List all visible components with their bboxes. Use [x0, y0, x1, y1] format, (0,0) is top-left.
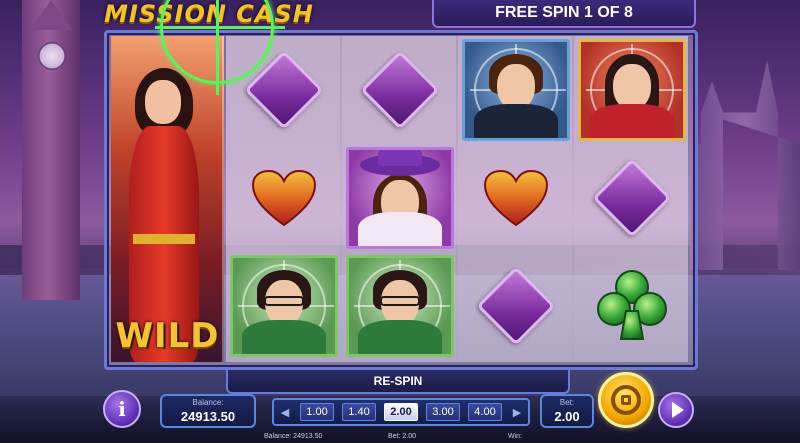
torso: [357, 320, 442, 354]
agent-belt: [133, 234, 195, 244]
tower-bridge: [690, 60, 800, 270]
bet-label: Bet:: [559, 398, 575, 407]
balance-label: Balance:: [192, 398, 224, 407]
tower-spire: [30, 0, 72, 30]
glasses-icon: [263, 296, 304, 306]
footer-bet: Bet: 2.00: [388, 433, 417, 440]
free-spin-banner: FREE SPIN 1 OF 8: [432, 0, 696, 28]
reel-separator: [572, 36, 574, 362]
spin-icon: [611, 385, 641, 415]
symbol-diamond: [460, 254, 571, 358]
torso: [357, 212, 442, 246]
heart-icon: [251, 169, 317, 227]
play-icon: [672, 402, 684, 418]
symbol-heart: [460, 146, 571, 250]
diamond-icon: [475, 266, 556, 346]
diamond-icon: [591, 158, 672, 238]
info-icon: i: [118, 397, 126, 421]
wild-reel: WILD: [111, 36, 224, 362]
symbol-hat-lady: [344, 146, 455, 250]
bet-panel: Bet: 2.00: [540, 394, 594, 428]
info-button[interactable]: i: [103, 390, 141, 428]
heart-icon: [483, 169, 549, 227]
bet-option[interactable]: 4.00: [468, 403, 502, 421]
agent-face: [145, 80, 181, 124]
reel-separator: [340, 36, 342, 362]
respin-label: RE-SPIN: [373, 374, 423, 388]
wild-label: WILD: [111, 306, 222, 362]
symbol-red-lady: [576, 38, 687, 142]
free-spin-label: FREE SPIN 1 OF 8: [495, 4, 633, 21]
hat-crown: [377, 150, 422, 166]
bet-option-selected[interactable]: 2.00: [384, 403, 418, 421]
symbol-nerd-agent: [228, 254, 339, 358]
nerd-agent-portrait: [229, 255, 338, 357]
torso: [589, 104, 674, 138]
symbol-heart: [228, 146, 339, 250]
bet-option[interactable]: 1.00: [300, 403, 334, 421]
torso: [473, 104, 558, 138]
symbol-nerd-agent: [344, 254, 455, 358]
symbol-spy-man: [460, 38, 571, 142]
footer-win: Win:: [508, 433, 522, 440]
footer-bar: Balance: 24913.50 Bet: 2.00 Win:: [0, 433, 800, 443]
minus-icon[interactable]: ◀: [278, 403, 292, 421]
hat-lady-portrait: [345, 147, 454, 249]
club-icon: [593, 265, 671, 348]
clock-face-icon: [38, 42, 66, 70]
reel-separator: [456, 36, 458, 362]
wild-text: WILD: [115, 316, 220, 356]
spy-man-portrait: [461, 39, 570, 141]
footer-balance: Balance: 24913.50: [264, 433, 323, 440]
respin-banner: RE-SPIN: [226, 370, 570, 394]
red-lady-portrait: [577, 39, 686, 141]
nerd-agent-portrait: [345, 255, 454, 357]
balance-panel: Balance: 24913.50: [160, 394, 256, 428]
symbol-diamond: [344, 38, 455, 142]
bet-option[interactable]: 3.00: [426, 403, 460, 421]
bet-selector: ◀ 1.00 1.40 2.00 3.00 4.00 ▶: [272, 398, 530, 426]
diamond-icon: [359, 50, 440, 130]
bet-option[interactable]: 1.40: [342, 403, 376, 421]
balance-value: 24913.50: [180, 409, 236, 424]
symbol-club: [576, 254, 687, 358]
spin-button[interactable]: [598, 372, 654, 428]
bet-value: 2.00: [554, 409, 580, 424]
plus-icon[interactable]: ▶: [510, 403, 524, 421]
autoplay-button[interactable]: [658, 392, 694, 428]
glasses-icon: [379, 296, 420, 306]
symbol-diamond: [576, 146, 687, 250]
torso: [241, 320, 326, 354]
